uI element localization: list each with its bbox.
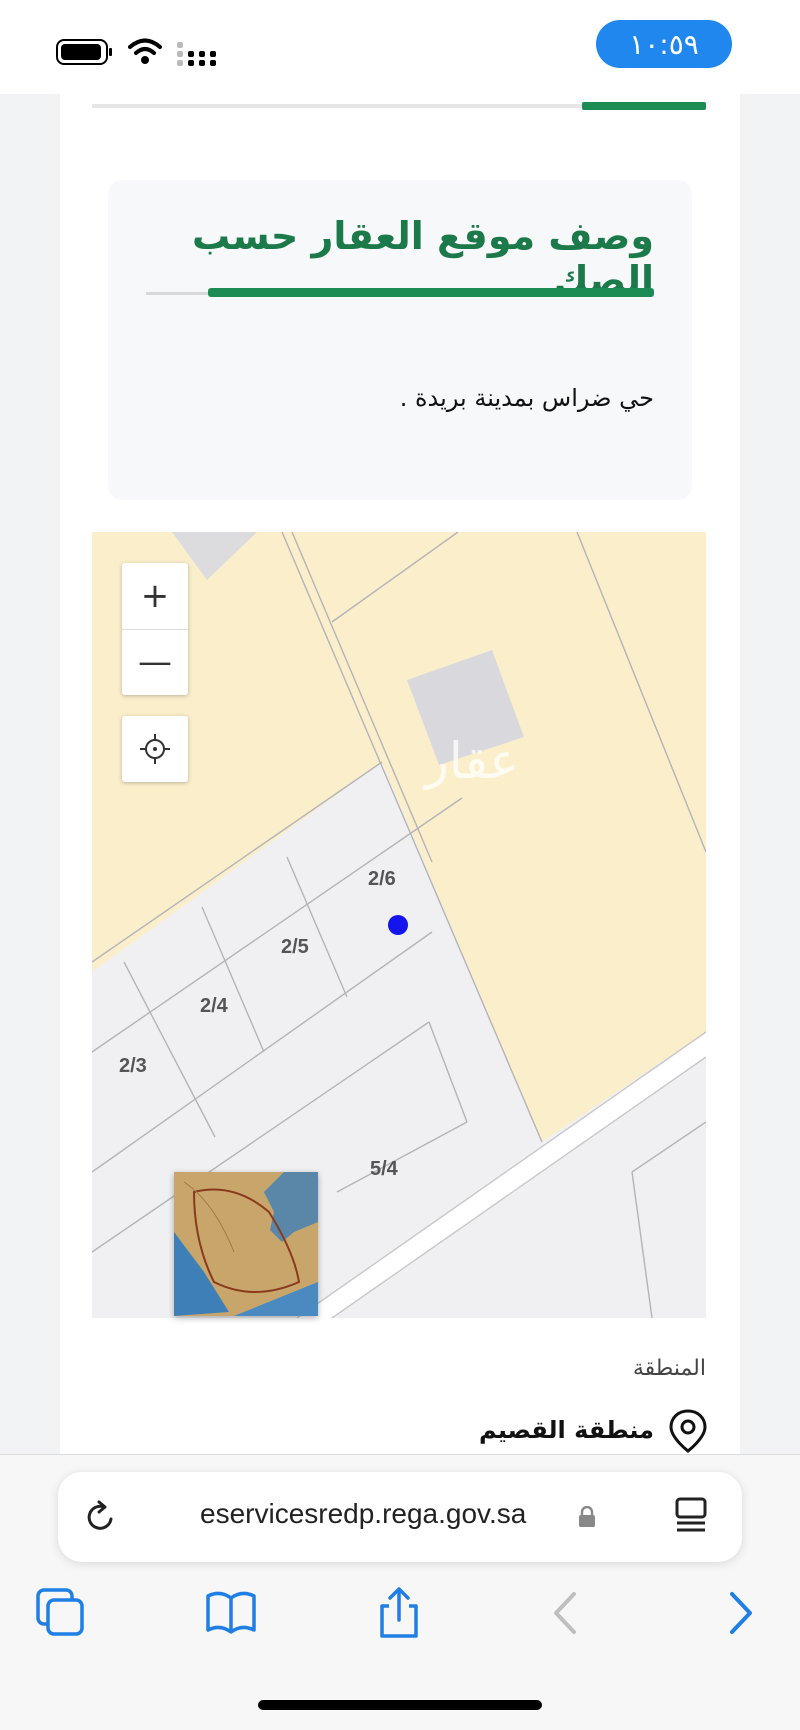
location-pin-icon	[669, 1409, 707, 1453]
region-label: المنطقة	[632, 1356, 706, 1381]
forward-arrow-icon[interactable]	[712, 1586, 766, 1640]
zoom-control: + —	[122, 563, 188, 695]
overview-map-image	[174, 1172, 318, 1316]
region-value: منطقة القصيم	[479, 1416, 654, 1444]
parcel-label: 2/4	[200, 995, 228, 1017]
section-divider-accent	[582, 102, 706, 110]
overview-minimap[interactable]	[174, 1172, 318, 1316]
wifi-icon	[128, 38, 162, 64]
url-text[interactable]: eservicesredp.rega.gov.sa	[200, 1498, 526, 1530]
title-underline-accent	[208, 288, 654, 297]
reload-icon[interactable]	[84, 1497, 118, 1535]
back-arrow-icon[interactable]	[540, 1586, 594, 1640]
watermark-logo: عقار	[422, 732, 520, 790]
zoom-out-button[interactable]: —	[122, 629, 188, 695]
parcel-label: 5/4	[370, 1158, 398, 1180]
bookmarks-icon[interactable]	[204, 1586, 258, 1640]
share-icon[interactable]	[372, 1586, 426, 1640]
battery-icon	[56, 39, 112, 65]
location-description: حي ضراس بمدينة بريدة .	[399, 384, 654, 412]
status-bar: ١٠:٥٩	[0, 0, 800, 100]
lock-icon	[579, 1506, 595, 1527]
locate-me-button[interactable]	[122, 716, 188, 782]
zoom-in-button[interactable]: +	[122, 563, 188, 630]
parcel-label: 2/6	[368, 868, 396, 890]
reader-mode-icon[interactable]	[674, 1496, 708, 1536]
home-indicator[interactable]	[258, 1700, 542, 1710]
time-pill[interactable]: ١٠:٥٩	[596, 20, 732, 68]
crosshair-icon	[140, 734, 170, 764]
property-location-marker	[388, 915, 408, 935]
parcel-label: 2/3	[119, 1055, 147, 1077]
parcel-label: 2/5	[281, 936, 309, 958]
tabs-icon[interactable]	[34, 1586, 88, 1640]
signal-icon	[177, 42, 216, 66]
